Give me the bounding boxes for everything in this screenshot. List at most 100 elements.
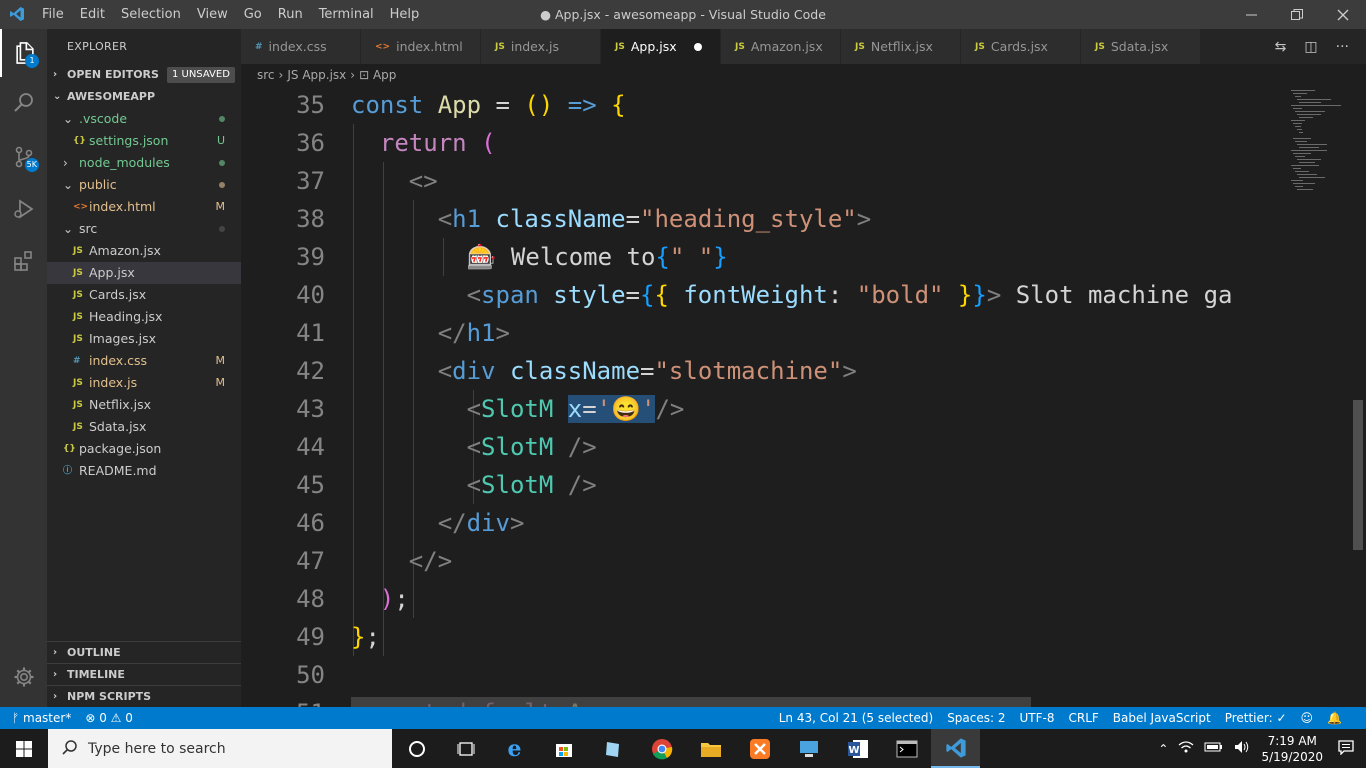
clock[interactable]: 7:19 AM 5/19/2020 — [1261, 733, 1323, 765]
chrome-icon[interactable] — [637, 729, 686, 768]
notifications-icon[interactable]: 🔔 — [1327, 711, 1342, 725]
code-line[interactable]: 38 <h1 className="heading_style"> — [241, 200, 1285, 238]
code-line[interactable]: 41 </h1> — [241, 314, 1285, 352]
breadcrumb-item[interactable]: src — [257, 68, 275, 82]
close-button[interactable] — [1320, 0, 1366, 29]
tree-item-cards-jsx[interactable]: JS Cards.jsx — [47, 284, 241, 306]
menu-go[interactable]: Go — [236, 0, 270, 29]
code-line[interactable]: 37 <> — [241, 162, 1285, 200]
code-editor[interactable]: 35 const App = () => {36 return (37 <> 38 … — [241, 86, 1285, 707]
code-line[interactable]: 45 <SlotM /> — [241, 466, 1285, 504]
git-branch[interactable]: ᚠ master* — [12, 711, 71, 725]
feedback-icon[interactable]: ☺ — [1301, 711, 1314, 725]
timeline-section[interactable]: › TIMELINE — [47, 663, 241, 685]
vscode-taskbar-icon[interactable] — [931, 729, 980, 768]
tree-item-index-js[interactable]: JS index.js M — [47, 372, 241, 394]
tab-cards-jsx[interactable]: JS Cards.jsx — [961, 29, 1081, 64]
minimize-button[interactable] — [1228, 0, 1274, 29]
extensions-icon[interactable] — [0, 237, 47, 285]
npm-scripts-section[interactable]: › NPM SCRIPTS — [47, 685, 241, 707]
file-explorer-icon[interactable] — [686, 729, 735, 768]
taskbar-search[interactable]: Type here to search — [48, 729, 392, 768]
start-button[interactable] — [0, 729, 48, 768]
xampp-icon[interactable] — [735, 729, 784, 768]
code-line[interactable]: 35 const App = () => { — [241, 86, 1285, 124]
breadcrumb-item[interactable]: JS App.jsx — [287, 68, 346, 82]
tree-item-netflix-jsx[interactable]: JS Netflix.jsx — [47, 394, 241, 416]
open-editors-section[interactable]: › OPEN EDITORS 1 UNSAVED — [47, 64, 241, 86]
encoding[interactable]: UTF-8 — [1020, 711, 1055, 725]
wifi-icon[interactable] — [1178, 740, 1194, 757]
vertical-scrollbar[interactable] — [1351, 86, 1365, 707]
tree-item--vscode[interactable]: ⌄ .vscode — [47, 108, 241, 130]
tree-item-index-html[interactable]: <> index.html M — [47, 196, 241, 218]
show-hidden-icons-icon[interactable]: ⌃ — [1158, 742, 1168, 756]
store-icon[interactable] — [539, 729, 588, 768]
code-line[interactable]: 49}; — [241, 618, 1285, 656]
code-line[interactable]: 44 <SlotM /> — [241, 428, 1285, 466]
unsaved-dot-icon[interactable] — [694, 42, 702, 51]
code-line[interactable]: 46 </div> — [241, 504, 1285, 542]
code-line[interactable]: 39 🎰 Welcome to{" "} — [241, 238, 1285, 276]
tab-app-jsx[interactable]: JS App.jsx — [601, 29, 721, 64]
menu-run[interactable]: Run — [270, 0, 311, 29]
project-section[interactable]: ⌄ AWESOMEAPP — [47, 86, 241, 108]
cursor-position[interactable]: Ln 43, Col 21 (5 selected) — [779, 711, 933, 725]
files-app-icon[interactable] — [588, 729, 637, 768]
cortana-icon[interactable] — [392, 729, 441, 768]
tree-item-readme-md[interactable]: ⓘ README.md — [47, 460, 241, 482]
menu-edit[interactable]: Edit — [72, 0, 113, 29]
tree-item-heading-jsx[interactable]: JS Heading.jsx — [47, 306, 241, 328]
tree-item-app-jsx[interactable]: JS App.jsx — [47, 262, 241, 284]
action-center-icon[interactable] — [1338, 739, 1354, 758]
battery-icon[interactable] — [1204, 741, 1224, 756]
tree-item-sdata-jsx[interactable]: JS Sdata.jsx — [47, 416, 241, 438]
tree-item-package-json[interactable]: {} package.json — [47, 438, 241, 460]
tab-index-js[interactable]: JS index.js — [481, 29, 601, 64]
code-line[interactable]: 47 </> — [241, 542, 1285, 580]
remote-desktop-icon[interactable] — [784, 729, 833, 768]
tree-item-images-jsx[interactable]: JS Images.jsx — [47, 328, 241, 350]
more-actions-icon[interactable]: ··· — [1336, 39, 1349, 55]
menu-terminal[interactable]: Terminal — [311, 0, 382, 29]
volume-icon[interactable] — [1234, 740, 1250, 757]
code-line[interactable]: 42 <div className="slotmachine"> — [241, 352, 1285, 390]
task-view-icon[interactable] — [441, 729, 490, 768]
code-line[interactable]: 40 <span style={{ fontWeight: "bold" }}>… — [241, 276, 1285, 314]
tree-item-amazon-jsx[interactable]: JS Amazon.jsx — [47, 240, 241, 262]
menu-file[interactable]: File — [34, 0, 72, 29]
indentation[interactable]: Spaces: 2 — [947, 711, 1005, 725]
problems-count[interactable]: ⊗ 0 ⚠ 0 — [85, 711, 133, 725]
horizontal-scrollbar[interactable] — [351, 697, 1031, 707]
tree-item-node-modules[interactable]: › node_modules — [47, 152, 241, 174]
restore-button[interactable] — [1274, 0, 1320, 29]
edge-icon[interactable]: e — [490, 729, 539, 768]
split-editor-icon[interactable]: ◫ — [1304, 39, 1317, 55]
code-line[interactable]: 43 <SlotM x='😄'/> — [241, 390, 1285, 428]
minimap[interactable] — [1285, 86, 1351, 707]
source-control-icon[interactable]: 5K — [0, 133, 47, 181]
tab-netflix-jsx[interactable]: JS Netflix.jsx — [841, 29, 961, 64]
code-line[interactable]: 50 — [241, 656, 1285, 694]
search-icon[interactable] — [0, 79, 47, 127]
tab-amazon-jsx[interactable]: JS Amazon.jsx — [721, 29, 841, 64]
tree-item-index-css[interactable]: # index.css M — [47, 350, 241, 372]
menu-help[interactable]: Help — [382, 0, 428, 29]
end-of-line[interactable]: CRLF — [1068, 711, 1098, 725]
scrollbar-thumb[interactable] — [1353, 400, 1363, 550]
tab-index-html[interactable]: <> index.html — [361, 29, 481, 64]
language-mode[interactable]: Babel JavaScript — [1113, 711, 1211, 725]
tab-index-css[interactable]: # index.css — [241, 29, 361, 64]
explorer-icon[interactable]: 1 — [0, 29, 47, 77]
tree-item-src[interactable]: ⌄ src — [47, 218, 241, 240]
outline-section[interactable]: › OUTLINE — [47, 641, 241, 663]
tree-item-settings-json[interactable]: {} settings.json U — [47, 130, 241, 152]
code-line[interactable]: 36 return ( — [241, 124, 1285, 162]
word-icon[interactable]: W — [833, 729, 882, 768]
code-line[interactable]: 48 ); — [241, 580, 1285, 618]
compare-changes-icon[interactable]: ⇆ — [1275, 39, 1287, 55]
breadcrumb-item[interactable]: ⊡ App — [359, 68, 396, 82]
tree-item-public[interactable]: ⌄ public — [47, 174, 241, 196]
prettier-status[interactable]: Prettier: ✓ — [1225, 711, 1287, 725]
menu-view[interactable]: View — [189, 0, 236, 29]
